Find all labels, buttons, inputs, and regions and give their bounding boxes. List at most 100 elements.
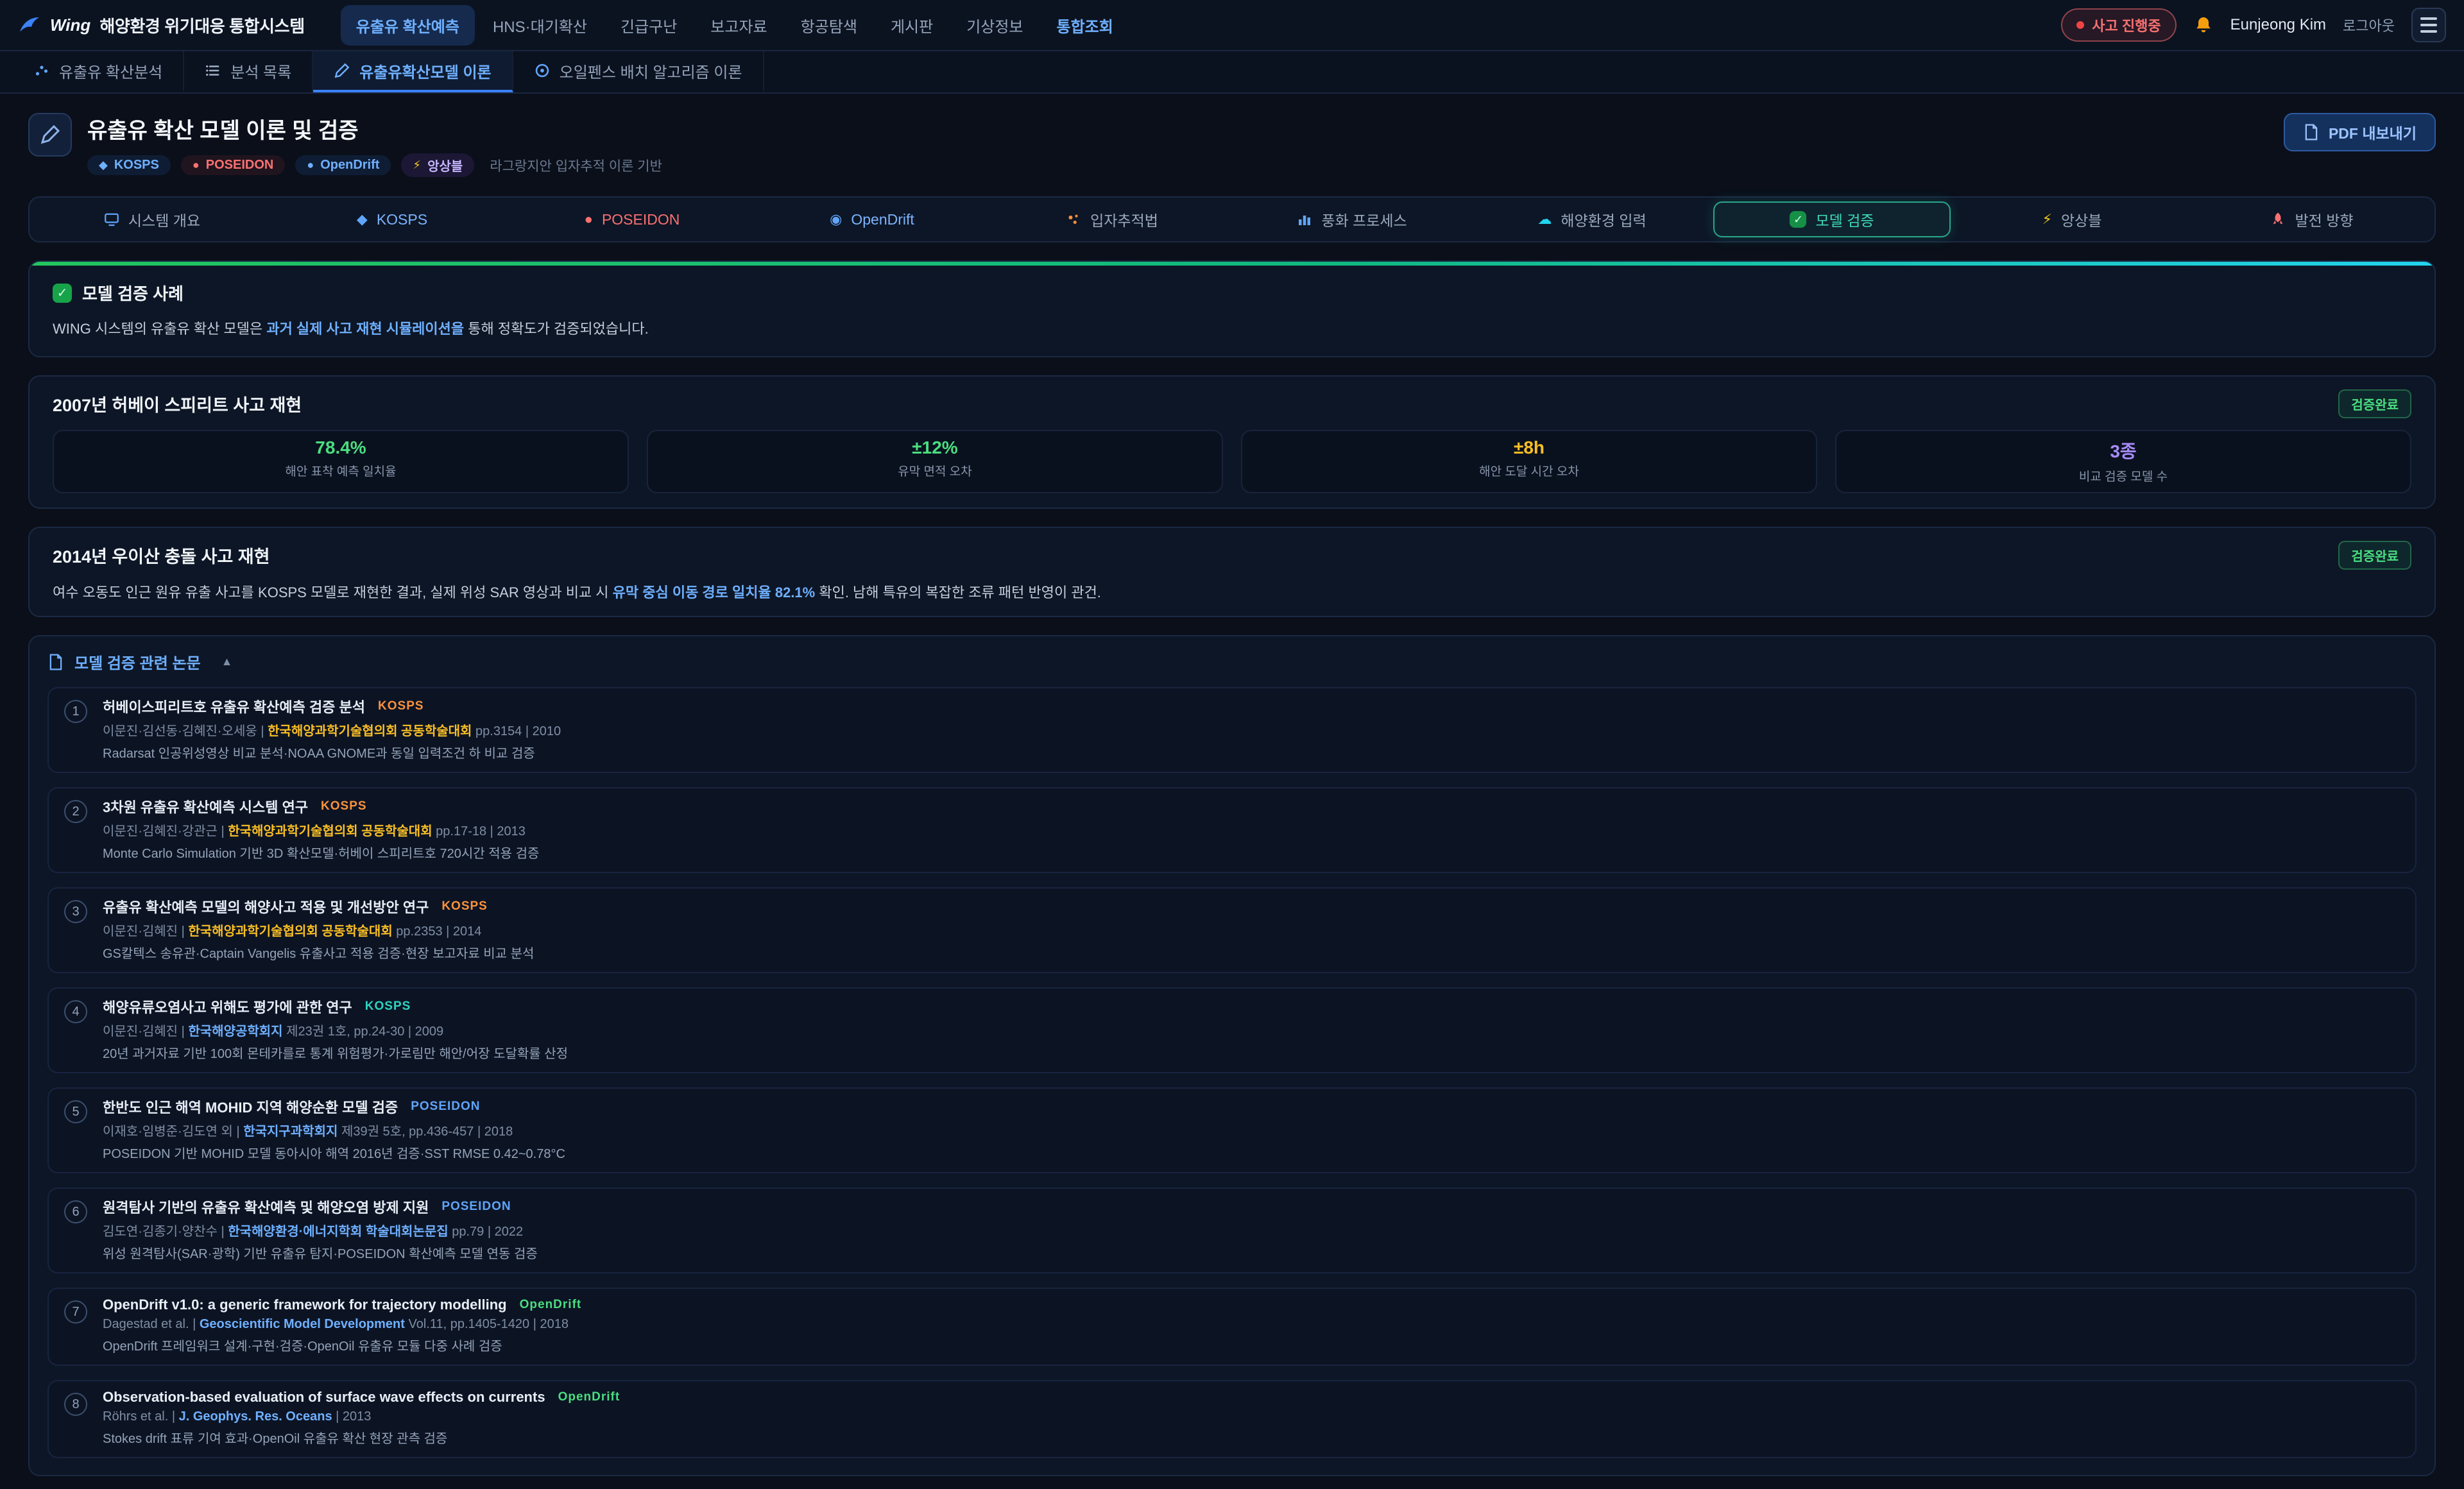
verified-badge: 검증완료 <box>2338 389 2411 418</box>
header-text: 유출유 확산 모델 이론 및 검증 ◆KOSPS ●POSEIDON ●Open… <box>87 113 662 177</box>
tab-ocean-env-input[interactable]: ☁ 해양환경 입력 <box>1473 201 1711 237</box>
diamond-icon: ◆ <box>99 158 108 172</box>
page-title: 유출유 확산 모델 이론 및 검증 <box>87 113 662 144</box>
paper-number: 2 <box>64 800 87 823</box>
stat-value: ±12% <box>661 438 1209 458</box>
paper-item[interactable]: 1 허베이스피리트호 유출유 확산예측 검증 분석KOSPS 이문진·김선동·김… <box>47 687 2417 773</box>
paper-description: OpenDrift 프레임워크 설계·구현·검증·OpenOil 유출유 모듈 … <box>103 1336 2397 1354</box>
tab-poseidon[interactable]: ● POSEIDON <box>513 201 751 237</box>
model-tag: KOSPS <box>441 899 488 914</box>
tab-label: 발전 방향 <box>2295 208 2353 230</box>
page-subtitle: 라그랑지안 입자추적 이론 기반 <box>490 156 662 175</box>
paper-venue[interactable]: 한국지구과학회지 <box>243 1125 338 1139</box>
rocket-icon <box>2270 212 2286 227</box>
paper-authors: 이문진·김선동·김혜진·오세웅 | <box>103 724 268 738</box>
paper-item[interactable]: 2 3차원 유출유 확산예측 시스템 연구KOSPS 이문진·김혜진·강관근 |… <box>47 787 2417 873</box>
kosps-chip: ◆KOSPS <box>87 155 171 175</box>
tab-opendrift[interactable]: ◉ OpenDrift <box>753 201 991 237</box>
paper-item[interactable]: 3 유출유 확산예측 모델의 해양사고 적용 및 개선방안 연구KOSPS 이문… <box>47 887 2417 973</box>
nav-item-reports[interactable]: 보고자료 <box>695 5 782 46</box>
case-title: 2007년 허베이 스피리트 사고 재현 <box>53 391 302 416</box>
intro-title-text: 모델 검증 사례 <box>82 281 184 305</box>
main-content: 유출유 확산 모델 이론 및 검증 ◆KOSPS ●POSEIDON ●Open… <box>0 113 2464 1489</box>
nav-item-rescue[interactable]: 긴급구난 <box>605 5 692 46</box>
paper-venue[interactable]: 한국해양과학기술협의회 공동학술대회 <box>188 924 392 939</box>
tab-weathering-process[interactable]: 풍화 프로세스 <box>1233 201 1471 237</box>
bolt-icon: ⚡ <box>413 158 421 172</box>
document-icon <box>2303 124 2320 140</box>
stat-arrival-time-error: ±8h 해안 도달 시간 오차 <box>1241 430 1817 493</box>
paper-authors-line: Dagestad et al. | Geoscientific Model De… <box>103 1317 2397 1332</box>
intro-text: WING 시스템의 유출유 확산 모델은 <box>53 321 266 337</box>
scatter-chart-icon <box>33 62 50 79</box>
poseidon-chip: ●POSEIDON <box>181 155 285 175</box>
nav-item-oil-diffusion[interactable]: 유출유 확산예측 <box>341 5 475 46</box>
menu-button[interactable] <box>2411 8 2446 42</box>
papers-header[interactable]: 모델 검증 관련 논문 ▲ <box>47 651 2417 673</box>
subnav-item-analysis-list[interactable]: 분석 목록 <box>184 51 313 92</box>
subnav-item-model-theory[interactable]: 유출유확산모델 이론 <box>313 51 513 92</box>
incident-status-badge[interactable]: 사고 진행중 <box>2061 8 2176 42</box>
pdf-export-button[interactable]: PDF 내보내기 <box>2284 113 2436 151</box>
paper-item[interactable]: 8 Observation-based evaluation of surfac… <box>47 1380 2417 1458</box>
paper-authors-line: 이문진·김혜진 | 한국해양과학기술협의회 공동학술대회 pp.2353 | 2… <box>103 921 2397 939</box>
bell-icon[interactable] <box>2193 15 2214 35</box>
paper-venue[interactable]: 한국해양환경·에너지학회 학술대회논문집 <box>228 1225 448 1239</box>
paper-authors-line: 김도연·김종기·양찬수 | 한국해양환경·에너지학회 학술대회논문집 pp.79… <box>103 1221 2397 1239</box>
paper-item[interactable]: 6 원격탐사 기반의 유출유 확산예측 및 해양오염 방제 지원POSEIDON… <box>47 1187 2417 1273</box>
nav-item-aerial-search[interactable]: 항공탐색 <box>785 5 873 46</box>
paper-number: 7 <box>64 1300 87 1323</box>
nav-item-hns[interactable]: HNS·대기확산 <box>477 5 603 46</box>
paper-title: 원격탐사 기반의 유출유 확산예측 및 해양오염 방제 지원 <box>103 1196 429 1217</box>
nav-item-board[interactable]: 게시판 <box>875 5 948 46</box>
paper-venue[interactable]: 한국해양과학기술협의회 공동학술대회 <box>228 824 432 838</box>
wuyishan-case-card: 2014년 우이산 충돌 사고 재현 검증완료 여수 오동도 인근 원유 유출 … <box>28 527 2436 617</box>
paper-title: 해양유류오염사고 위해도 평가에 관한 연구 <box>103 996 352 1017</box>
intro-paragraph: WING 시스템의 유출유 확산 모델은 과거 실제 사고 재현 시뮬레이션을 … <box>53 318 2411 338</box>
paper-venue[interactable]: J. Geophys. Res. Oceans <box>179 1409 332 1424</box>
paper-venue[interactable]: 한국해양과학기술협의회 공동학술대회 <box>268 724 472 738</box>
paper-meta: pp.17-18 | 2013 <box>432 824 526 838</box>
paper-venue[interactable]: 한국해양공학회지 <box>188 1025 282 1039</box>
case-header: 2007년 허베이 스피리트 사고 재현 검증완료 <box>53 389 2411 418</box>
paper-number: 8 <box>64 1393 87 1416</box>
subnav-item-oilfence-theory[interactable]: 오일펜스 배치 알고리즘 이론 <box>513 51 764 92</box>
tab-system-overview[interactable]: 시스템 개요 <box>33 201 271 237</box>
intro-text: 통해 정확도가 검증되었습니다. <box>464 321 649 337</box>
theory-panel-tile <box>28 113 72 157</box>
tab-particle-tracking[interactable]: 입자추적법 <box>993 201 1231 237</box>
case-header: 2014년 우이산 충돌 사고 재현 검증완료 <box>53 541 2411 570</box>
paper-authors: 이재호·임병준·김도연 외 | <box>103 1125 243 1139</box>
model-tag: POSEIDON <box>441 1200 511 1214</box>
paper-venue[interactable]: Geoscientific Model Development <box>200 1317 405 1331</box>
ensemble-chip: ⚡ 앙상블 <box>401 153 474 177</box>
paper-description: Monte Carlo Simulation 기반 3D 확산모델·허베이 스피… <box>103 843 2397 862</box>
paper-authors: Dagestad et al. | <box>103 1317 200 1331</box>
navbar-right: 사고 진행중 Eunjeong Kim 로그아웃 <box>2061 8 2446 42</box>
collapse-arrow-icon[interactable]: ▲ <box>221 655 233 668</box>
nav-item-integrated-search[interactable]: 통합조회 <box>1041 5 1129 46</box>
logout-button[interactable]: 로그아웃 <box>2343 15 2395 35</box>
subnav-label: 유출유확산모델 이론 <box>359 60 491 82</box>
paper-description: POSEIDON 기반 MOHID 모델 동아시아 해역 2016년 검증·SS… <box>103 1143 2397 1162</box>
chip-label: 앙상블 <box>427 156 463 174</box>
paper-item[interactable]: 7 OpenDrift v1.0: a generic framework fo… <box>47 1288 2417 1366</box>
tab-label: OpenDrift <box>851 211 914 228</box>
bar-chart-icon <box>1297 212 1312 227</box>
red-dot-icon: ● <box>193 158 200 172</box>
model-tag: KOSPS <box>378 699 424 713</box>
opendrift-chip: ●OpenDrift <box>295 155 391 175</box>
nav-item-weather[interactable]: 기상정보 <box>951 5 1038 46</box>
papers-card: 모델 검증 관련 논문 ▲ 1 허베이스피리트호 유출유 확산예측 검증 분석K… <box>28 635 2436 1476</box>
paper-description: Stokes drift 표류 기여 효과·OpenOil 유출유 확산 현장 … <box>103 1428 2397 1447</box>
tab-model-validation[interactable]: ✓ 모델 검증 <box>1713 201 1951 237</box>
app-logo[interactable]: Wing 해양환경 위기대응 통합시스템 <box>18 13 305 37</box>
paper-item[interactable]: 5 한반도 인근 해역 MOHID 지역 해양순환 모델 검증POSEIDON … <box>47 1087 2417 1173</box>
tab-roadmap[interactable]: 발전 방향 <box>2193 201 2431 237</box>
tab-kosps[interactable]: ◆ KOSPS <box>273 201 511 237</box>
stat-value: 3종 <box>1849 438 2397 463</box>
user-name: Eunjeong Kim <box>2230 16 2326 34</box>
paper-item[interactable]: 4 해양유류오염사고 위해도 평가에 관한 연구KOSPS 이문진·김혜진 | … <box>47 987 2417 1073</box>
tab-ensemble[interactable]: ⚡ 앙상블 <box>1953 201 2191 237</box>
subnav-item-diffusion-analysis[interactable]: 유출유 확산분석 <box>13 51 184 92</box>
